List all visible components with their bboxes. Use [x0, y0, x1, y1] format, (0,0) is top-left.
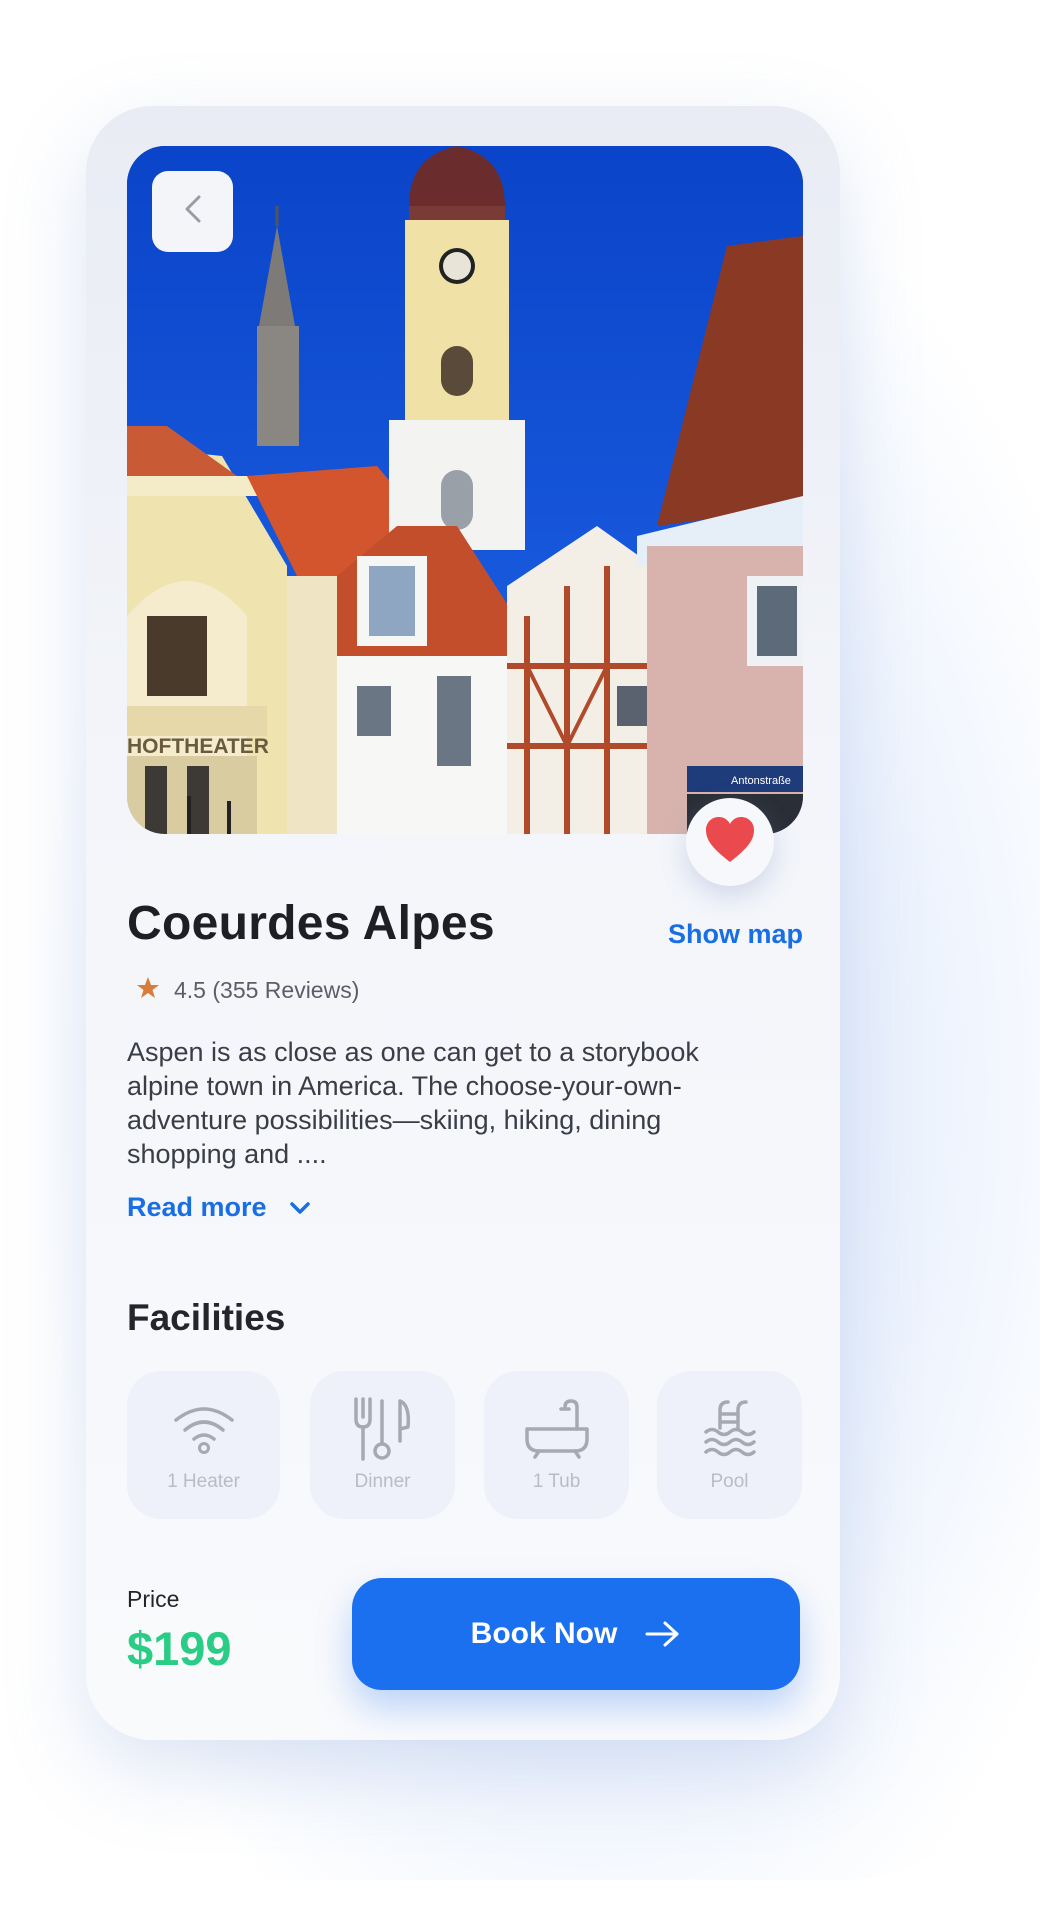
book-now-label: Book Now [470, 1617, 618, 1650]
chevron-left-icon [184, 194, 202, 229]
facility-pool[interactable]: Pool [657, 1371, 802, 1519]
rating: 4.5 (355 Reviews) [136, 973, 359, 1007]
place-title: Coeurdes Alpes [127, 897, 495, 950]
facility-heater[interactable]: 1 Heater [127, 1371, 280, 1519]
facility-label: Dinner [354, 1471, 411, 1492]
heart-icon [704, 816, 756, 869]
rating-text: 4.5 (355 Reviews) [174, 976, 360, 1003]
star-icon [136, 976, 160, 1005]
chevron-down-icon [289, 1201, 311, 1215]
back-button[interactable] [152, 171, 233, 252]
place-description: Aspen is as close as one can get to a st… [127, 1037, 699, 1169]
facility-label: 1 Heater [167, 1471, 240, 1492]
favorite-button[interactable] [686, 798, 774, 886]
price-value: $199 [127, 1622, 232, 1675]
read-more-label: Read more [127, 1192, 267, 1222]
facility-label: 1 Tub [532, 1471, 581, 1492]
arrow-right-icon [645, 1620, 681, 1648]
wifi-icon [172, 1397, 236, 1461]
facilities-title: Facilities [127, 1297, 286, 1338]
facility-tub[interactable]: 1 Tub [484, 1371, 629, 1519]
pool-icon [703, 1397, 756, 1461]
theater-sign: HOFTHEATER [127, 735, 269, 758]
show-map-link[interactable]: Show map [668, 919, 803, 950]
price-label: Price [127, 1586, 180, 1612]
facility-dinner[interactable]: Dinner [310, 1371, 455, 1519]
book-now-button[interactable]: Book Now [352, 1578, 800, 1690]
bathtub-icon [524, 1397, 589, 1461]
read-more-button[interactable]: Read more [127, 1192, 311, 1223]
facility-label: Pool [710, 1471, 749, 1492]
street-sign: Antonstraße [731, 775, 791, 787]
hero-photo: Antonstraße HOFTHEATER [127, 146, 803, 834]
cutlery-icon [352, 1397, 414, 1461]
